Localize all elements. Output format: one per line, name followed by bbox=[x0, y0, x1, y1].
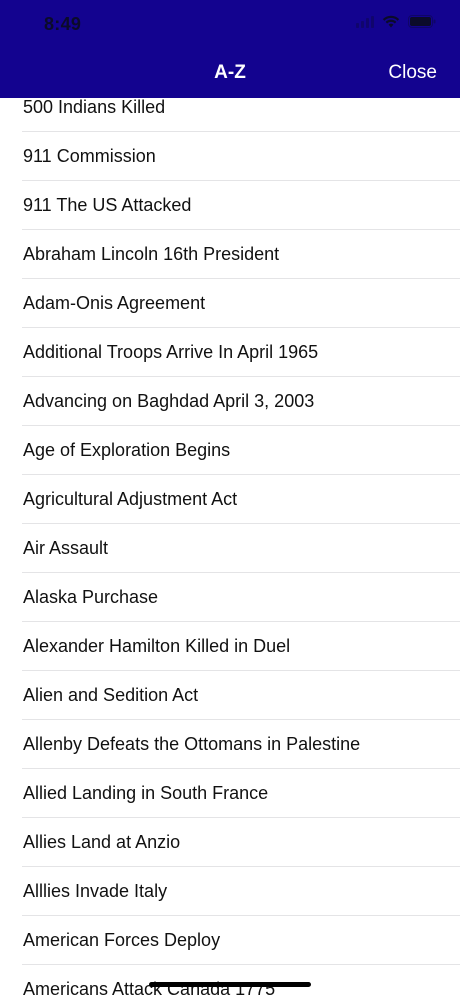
list-item-label: Adam-Onis Agreement bbox=[23, 293, 206, 313]
list-item-label: Alllies Invade Italy bbox=[23, 881, 168, 901]
list-item[interactable]: Americans Attack Canada 1775 bbox=[0, 965, 460, 996]
list-item-label: Alien and Sedition Act bbox=[23, 685, 199, 705]
screen: 500 Indians Killed 911 Commission 911 The … bbox=[0, 0, 460, 996]
list-item-label: Allies Land at Anzio bbox=[23, 832, 181, 852]
wifi-icon bbox=[382, 15, 400, 28]
list-item[interactable]: Alexander Hamilton Killed in Duel bbox=[0, 622, 460, 671]
list-item[interactable]: Allenby Defeats the Ottomans in Palestin… bbox=[0, 720, 460, 769]
close-button[interactable]: Close bbox=[388, 62, 437, 84]
status-icons bbox=[356, 14, 436, 28]
list-item[interactable]: 911 Commission bbox=[0, 132, 460, 181]
cellular-signal-icon bbox=[356, 14, 374, 28]
list-item-label: American Forces Deploy bbox=[23, 930, 221, 950]
list-item[interactable]: Alllies Invade Italy bbox=[0, 867, 460, 916]
battery-icon bbox=[408, 14, 436, 28]
list-item[interactable]: Abraham Lincoln 16th President bbox=[0, 230, 460, 279]
list-item-label: Additional Troops Arrive In April 1965 bbox=[23, 342, 319, 362]
list-item[interactable]: American Forces Deploy bbox=[0, 916, 460, 965]
list-item-label: Allied Landing in South France bbox=[23, 783, 269, 803]
home-indicator[interactable] bbox=[149, 982, 311, 987]
list-item-label: Allenby Defeats the Ottomans in Palestin… bbox=[23, 734, 361, 754]
navigation-bar: 8:49 A-Z Close bbox=[0, 0, 460, 98]
list-item[interactable]: Allied Landing in South France bbox=[0, 769, 460, 818]
list-item-label: 911 Commission bbox=[23, 146, 156, 166]
list-item[interactable]: Adam-Onis Agreement bbox=[0, 279, 460, 328]
list-item-label: Agricultural Adjustment Act bbox=[23, 489, 238, 509]
list-item-label: 911 The US Attacked bbox=[23, 195, 192, 215]
list-item[interactable]: Advancing on Baghdad April 3, 2003 bbox=[0, 377, 460, 426]
list-item[interactable]: Air Assault bbox=[0, 524, 460, 573]
list-item-label: Abraham Lincoln 16th President bbox=[23, 244, 280, 264]
list-item[interactable]: Alien and Sedition Act bbox=[0, 671, 460, 720]
list-item[interactable]: Agricultural Adjustment Act bbox=[0, 475, 460, 524]
list-item-label: Advancing on Baghdad April 3, 2003 bbox=[23, 391, 315, 411]
list-item-label: Alexander Hamilton Killed in Duel bbox=[23, 636, 291, 656]
list-item-label: Alaska Purchase bbox=[23, 587, 159, 607]
list-item-label: 500 Indians Killed bbox=[23, 97, 166, 117]
status-time: 8:49 bbox=[44, 14, 82, 34]
list-item[interactable]: Age of Exploration Begins bbox=[0, 426, 460, 475]
list-item-label: Air Assault bbox=[23, 538, 109, 558]
topic-list[interactable]: 500 Indians Killed 911 Commission 911 The … bbox=[0, 83, 460, 996]
list-item-label: Age of Exploration Begins bbox=[23, 440, 231, 460]
list-item[interactable]: Alaska Purchase bbox=[0, 573, 460, 622]
list-item[interactable]: Additional Troops Arrive In April 1965 bbox=[0, 328, 460, 377]
list-item[interactable]: 911 The US Attacked bbox=[0, 181, 460, 230]
list-item[interactable]: Allies Land at Anzio bbox=[0, 818, 460, 867]
